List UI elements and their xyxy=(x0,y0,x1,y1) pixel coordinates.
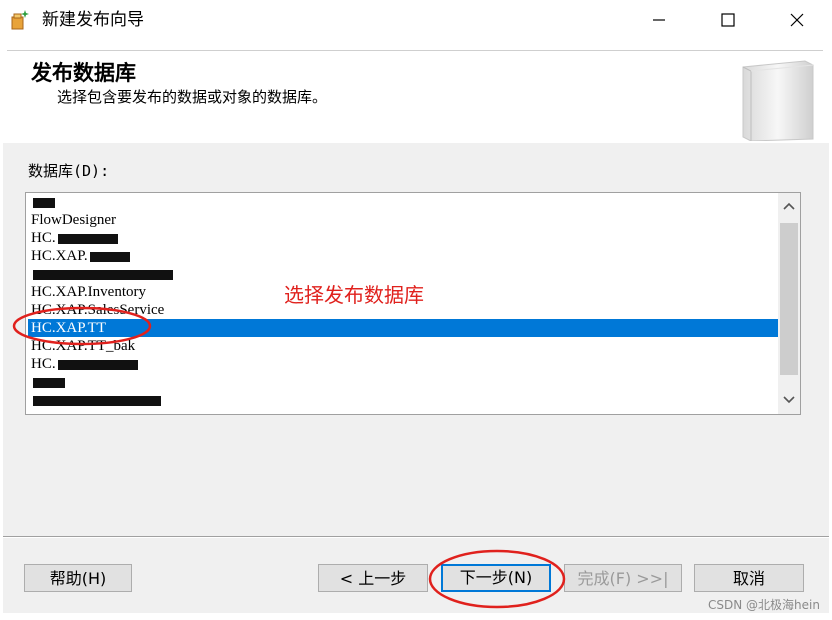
list-item[interactable]: HC. xyxy=(28,355,779,373)
close-button[interactable] xyxy=(774,0,820,40)
page-title: 发布数据库 xyxy=(31,61,136,85)
annotation-text: 选择发布数据库 xyxy=(284,283,424,307)
minimize-icon xyxy=(653,19,665,21)
wizard-icon xyxy=(11,10,29,30)
back-button[interactable]: < 上一步 xyxy=(318,564,428,592)
wizard-header: 发布数据库 选择包含要发布的数据或对象的数据库。 xyxy=(7,50,823,144)
list-item[interactable] xyxy=(28,373,779,391)
wizard-body: 数据库(D): FlowDesigner HC. HC.XAP. HC.XAP.… xyxy=(3,143,829,613)
list-item[interactable] xyxy=(28,391,779,409)
list-item[interactable]: HC. xyxy=(28,229,779,247)
database-icon xyxy=(742,60,814,141)
scroll-down-button[interactable] xyxy=(778,391,800,409)
chevron-down-icon xyxy=(783,396,795,404)
finish-button[interactable]: 完成(F) >>| xyxy=(564,564,682,592)
footer-separator-highlight xyxy=(3,537,829,538)
maximize-icon xyxy=(721,13,735,27)
scroll-up-button[interactable] xyxy=(778,197,800,215)
minimize-button[interactable] xyxy=(636,0,682,40)
close-icon xyxy=(790,13,804,27)
cancel-button[interactable]: 取消 xyxy=(694,564,804,592)
database-list-label: 数据库(D): xyxy=(28,162,110,180)
watermark: CSDN @北极海hein xyxy=(708,598,820,612)
list-item[interactable]: HC.XAP. xyxy=(28,247,779,265)
chevron-up-icon xyxy=(783,202,795,210)
list-item[interactable] xyxy=(28,193,779,211)
annotation-ellipse xyxy=(12,306,152,346)
next-annotation-ellipse xyxy=(428,549,566,609)
list-item[interactable]: FlowDesigner xyxy=(28,211,779,229)
scroll-thumb[interactable] xyxy=(780,223,798,375)
maximize-button[interactable] xyxy=(705,0,751,40)
help-button[interactable]: 帮助(H) xyxy=(24,564,132,592)
page-subtitle: 选择包含要发布的数据或对象的数据库。 xyxy=(57,88,328,106)
title-bar: 新建发布向导 xyxy=(0,0,832,40)
window-title: 新建发布向导 xyxy=(42,10,144,30)
vertical-scrollbar[interactable] xyxy=(778,193,800,414)
database-listbox[interactable]: FlowDesigner HC. HC.XAP. HC.XAP.Inventor… xyxy=(12,192,801,415)
